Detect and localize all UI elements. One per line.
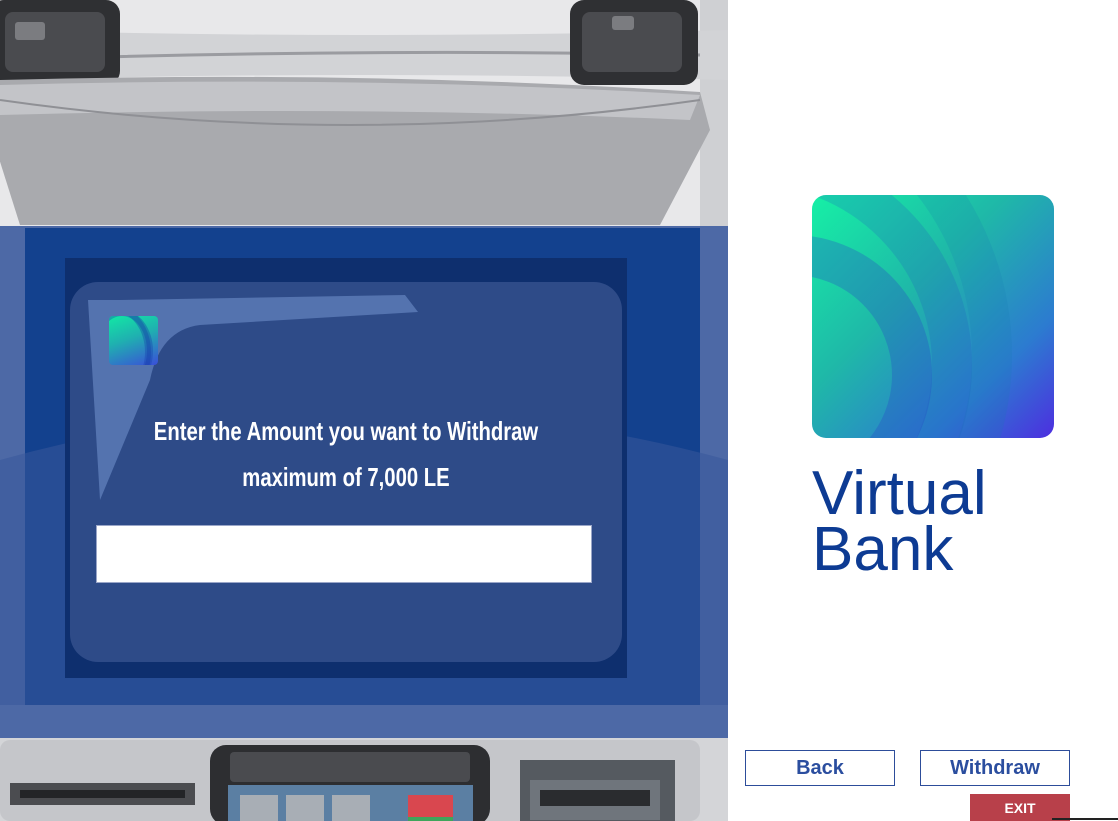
brand-name-line2: Bank xyxy=(812,515,954,584)
divider-line xyxy=(1052,818,1118,820)
exit-button[interactable]: EXIT xyxy=(970,794,1070,821)
screen-bank-logo xyxy=(109,316,158,365)
withdraw-prompt: Enter the Amount you want to Withdraw xyxy=(153,416,539,446)
brand-name: Virtual Bank xyxy=(812,459,987,584)
back-button[interactable]: Back xyxy=(745,750,895,786)
atm-illustration: Enter the Amount you want to Withdraw ma… xyxy=(0,0,728,821)
withdraw-limit-text: maximum of 7,000 LE xyxy=(242,462,450,492)
atm-machine-graphic xyxy=(0,0,728,821)
withdraw-button[interactable]: Withdraw xyxy=(920,750,1070,786)
virtual-bank-logo xyxy=(812,195,1054,438)
brand-name-line1: Virtual xyxy=(812,459,987,528)
amount-input[interactable] xyxy=(96,525,592,583)
